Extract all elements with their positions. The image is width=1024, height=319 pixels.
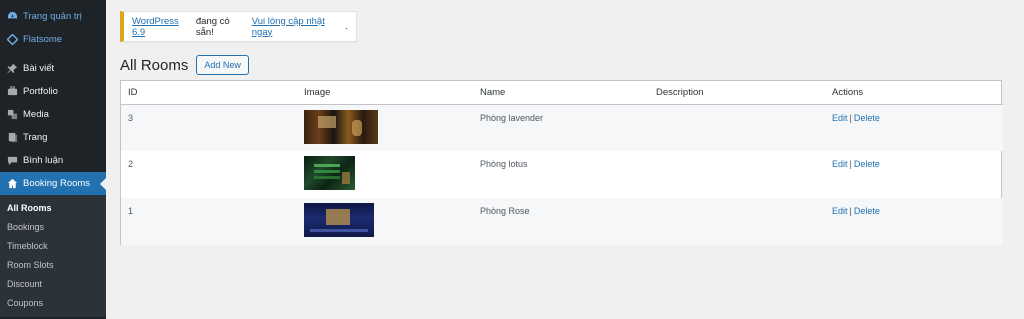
cell-image <box>297 151 473 198</box>
cell-actions: Edit | Delete <box>825 198 1003 245</box>
menu-item-label: Media <box>23 109 49 120</box>
edit-link[interactable]: Edit <box>832 159 848 169</box>
table-row: 2 Phòng lotus Edit | Delete <box>121 151 1003 198</box>
cell-id: 1 <box>128 206 134 216</box>
submenu-item-room-slots[interactable]: Room Slots <box>0 256 106 275</box>
column-header-id[interactable]: ID <box>121 81 297 105</box>
page-title: All Rooms <box>120 56 189 74</box>
cell-description <box>649 151 825 198</box>
add-new-button[interactable]: Add New <box>196 55 249 75</box>
menu-item-pages[interactable]: Trang <box>0 126 106 149</box>
menu-item-label: Portfolio <box>23 86 58 97</box>
submenu-item-timeblock[interactable]: Timeblock <box>0 237 106 256</box>
room-thumbnail[interactable] <box>304 203 374 237</box>
page-header: All Rooms Add New <box>120 55 249 75</box>
menu-item-flatsome[interactable]: Flatsome <box>0 28 106 51</box>
table-row: 1 Phòng Rose Edit | Delete <box>121 198 1003 245</box>
action-separator: | <box>849 112 852 123</box>
portfolio-icon <box>6 86 18 98</box>
menu-item-label: Bình luận <box>23 155 64 166</box>
cell-name: Phòng lotus <box>480 159 528 169</box>
submenu-item-coupons[interactable]: Coupons <box>0 294 106 313</box>
column-header-description[interactable]: Description <box>649 81 825 105</box>
cell-image <box>297 104 473 151</box>
cell-description <box>649 198 825 245</box>
update-now-link[interactable]: Vui lòng cập nhật ngay <box>252 16 346 38</box>
flatsome-icon <box>6 34 18 46</box>
update-notice: WordPress 6.9 đang có sẵn! Vui lòng cập … <box>120 11 357 42</box>
page-icon <box>6 132 18 144</box>
admin-sidebar: Trang quản trị Flatsome Bài viết Portfol… <box>0 0 106 319</box>
edit-link[interactable]: Edit <box>832 113 848 123</box>
media-icon <box>6 109 18 121</box>
wordpress-version-link[interactable]: WordPress 6.9 <box>132 16 193 38</box>
notice-suffix: . <box>345 21 348 32</box>
room-thumbnail[interactable] <box>304 109 378 144</box>
delete-link[interactable]: Delete <box>854 113 880 123</box>
cell-id: 3 <box>128 112 134 123</box>
column-header-image[interactable]: Image <box>297 81 473 105</box>
notice-text: đang có sẵn! <box>195 15 230 38</box>
action-separator: | <box>849 206 852 216</box>
home-icon <box>6 178 18 190</box>
cell-actions: Edit | Delete <box>825 104 1003 151</box>
delete-link[interactable]: Delete <box>854 206 880 216</box>
menu-item-portfolio[interactable]: Portfolio <box>0 80 106 103</box>
rooms-table: ID Image Name Description Actions 3 Phòn… <box>121 81 1003 245</box>
table-row: 3 Phòng lavender Edit | Delete <box>121 104 1003 151</box>
column-header-name[interactable]: Name <box>473 81 649 105</box>
menu-item-booking-rooms[interactable]: Booking Rooms <box>0 172 106 195</box>
comment-icon <box>6 155 18 167</box>
menu-item-label: Trang <box>23 132 48 143</box>
pin-icon <box>6 63 18 75</box>
cell-image <box>297 198 473 245</box>
dashboard-icon <box>6 11 18 23</box>
menu-item-label: Trang quản trị <box>23 11 82 22</box>
menu-item-label: Bài viết <box>23 63 55 74</box>
cell-name: Phòng Rose <box>480 206 530 216</box>
menu-item-label: Flatsome <box>23 34 63 45</box>
menu-item-posts[interactable]: Bài viết <box>0 57 106 80</box>
submenu-item-discount[interactable]: Discount <box>0 275 106 294</box>
column-header-actions[interactable]: Actions <box>825 81 1003 105</box>
rooms-table-container: ID Image Name Description Actions 3 Phòn… <box>120 80 1003 245</box>
submenu-item-bookings[interactable]: Bookings <box>0 218 106 237</box>
room-thumbnail[interactable] <box>304 156 355 190</box>
cell-id: 2 <box>128 159 134 169</box>
menu-item-label: Booking Rooms <box>23 178 91 189</box>
main-content: WordPress 6.9 đang có sẵn! Vui lòng cập … <box>106 0 1024 319</box>
table-header-row: ID Image Name Description Actions <box>121 81 1003 105</box>
cell-actions: Edit | Delete <box>825 151 1003 198</box>
delete-link[interactable]: Delete <box>854 159 880 169</box>
cell-name: Phòng lavender <box>480 112 544 123</box>
menu-item-media[interactable]: Media <box>0 103 106 126</box>
menu-item-comments[interactable]: Bình luận <box>0 149 106 172</box>
menu-item-dashboard[interactable]: Trang quản trị <box>0 5 106 28</box>
booking-rooms-submenu: All Rooms Bookings Timeblock Room Slots … <box>0 195 106 317</box>
cell-description <box>649 104 825 151</box>
submenu-item-all-rooms[interactable]: All Rooms <box>0 199 106 218</box>
action-separator: | <box>849 159 852 169</box>
edit-link[interactable]: Edit <box>832 206 848 216</box>
